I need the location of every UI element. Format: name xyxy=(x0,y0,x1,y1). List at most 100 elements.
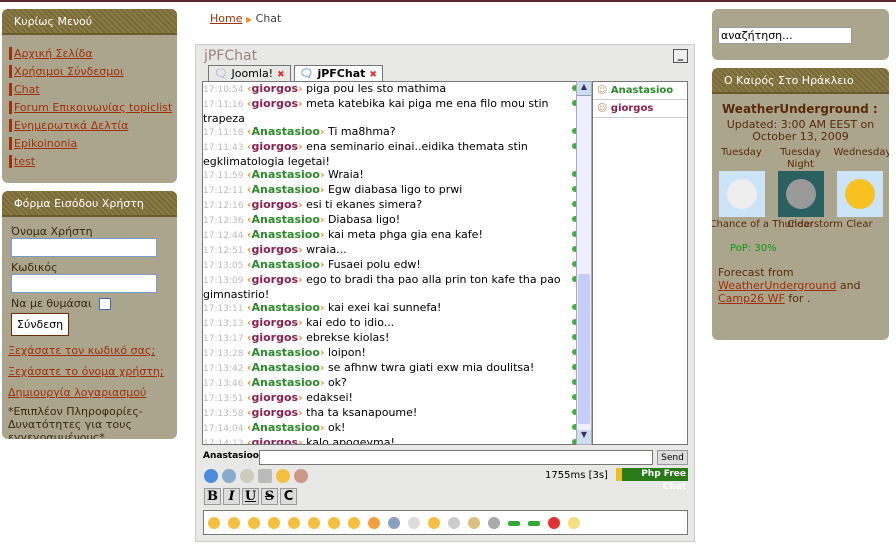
menu-item[interactable]: Chat xyxy=(9,83,177,96)
message-author[interactable]: giorgos xyxy=(251,140,298,153)
message-time: 17:12:16 xyxy=(203,201,244,211)
overcast-icon[interactable] xyxy=(448,517,460,529)
tongue-icon[interactable] xyxy=(368,517,380,529)
send-button[interactable]: Send xyxy=(657,450,688,465)
message-scrollbar[interactable]: ▲ ▼ xyxy=(576,81,592,445)
phpfreechat-logo[interactable]: Php Free Chat xyxy=(616,468,688,492)
close-tab-icon[interactable]: ✖ xyxy=(369,70,377,80)
message-text: Egw diabasa ligo to prwi xyxy=(327,183,463,196)
message-author[interactable]: giorgos xyxy=(251,82,298,95)
forgot-password-link[interactable]: Ξεχάσατε τον κωδικό σας; xyxy=(8,344,177,357)
scrollbar-thumb[interactable] xyxy=(578,274,590,424)
remember-checkbox[interactable] xyxy=(99,298,112,310)
speaker-icon[interactable] xyxy=(258,469,272,483)
sun-icon[interactable] xyxy=(428,517,440,529)
message-author[interactable]: Anastasioo xyxy=(251,168,319,181)
users-icon[interactable] xyxy=(294,469,308,483)
message-author[interactable]: Anastasioo xyxy=(251,183,319,196)
wunderground-link[interactable]: WeatherUnderground xyxy=(718,279,836,292)
search-input[interactable] xyxy=(718,27,852,44)
message-author[interactable]: Anastasioo xyxy=(251,213,319,226)
lightbulb-icon[interactable] xyxy=(568,517,580,529)
sad-icon[interactable] xyxy=(288,517,300,529)
globe-icon[interactable] xyxy=(204,469,218,483)
message-author[interactable]: Anastasioo xyxy=(251,258,319,271)
partly-cloudy-icon[interactable] xyxy=(468,517,480,529)
forgot-username-link[interactable]: Ξεχάσατε το όνομα χρήστη; xyxy=(8,365,177,378)
chat-panel: jPFChat _ 🗨 Joomla! ✖ 🗨 jPFChat ✖ 17:10:54 … xyxy=(195,44,695,542)
message-author[interactable]: Anastasioo xyxy=(251,376,319,389)
alert-icon[interactable] xyxy=(548,517,560,529)
tab-jpfchat[interactable]: 🗨 jPFChat ✖ xyxy=(293,65,383,81)
cube-icon[interactable] xyxy=(222,469,236,483)
chat-message: 17:11:43 ‹giorgos› ena seminario einai..… xyxy=(203,140,582,168)
menu-item[interactable]: Αρχική Σελίδα xyxy=(9,47,177,60)
big-grin-icon[interactable] xyxy=(348,517,360,529)
breadcrumb-current: Chat xyxy=(255,12,282,25)
format-button-b[interactable]: B xyxy=(204,488,221,505)
forecast-from: Forecast from xyxy=(718,266,794,279)
grin-icon[interactable] xyxy=(228,517,240,529)
message-author[interactable]: Anastasioo xyxy=(251,228,319,241)
format-button-s[interactable]: S xyxy=(261,488,278,505)
format-button-u[interactable]: U xyxy=(242,488,259,505)
message-author[interactable]: giorgos xyxy=(251,331,298,344)
username-label: Όνομα Χρήστη xyxy=(11,225,93,238)
message-author[interactable]: Anastasioo xyxy=(251,301,319,314)
breadcrumb-home[interactable]: Home xyxy=(210,12,242,25)
message-author[interactable]: giorgos xyxy=(251,391,298,404)
message-text: Ti ma8hma? xyxy=(327,125,396,138)
day-name: Tuesday xyxy=(721,147,762,158)
rain-icon[interactable] xyxy=(388,517,400,529)
close-tab-icon[interactable]: ✖ xyxy=(277,70,285,80)
minimize-button[interactable]: _ xyxy=(673,49,688,63)
arrow-right-icon[interactable] xyxy=(508,521,520,526)
chat-title: jPFChat xyxy=(204,48,258,64)
login-button[interactable]: Σύνδεση xyxy=(11,313,70,336)
cloud-icon[interactable] xyxy=(408,517,420,529)
message-author[interactable]: giorgos xyxy=(251,198,298,211)
create-account-link[interactable]: Δημιουργία λογαριασμού xyxy=(8,386,177,399)
message-author[interactable]: giorgos xyxy=(251,406,298,419)
laugh-icon[interactable] xyxy=(248,517,260,529)
message-author[interactable]: Anastasioo xyxy=(251,125,319,138)
menu-item[interactable]: Χρήσιμοι Σύνδεσμοι xyxy=(9,65,177,78)
menu-item[interactable]: Forum Επικοινωνίας topiclist xyxy=(9,101,177,114)
cheer-icon[interactable] xyxy=(308,517,320,529)
tab-joomla[interactable]: 🗨 Joomla! ✖ xyxy=(208,65,291,81)
arrow-left-icon[interactable] xyxy=(528,521,540,526)
happy-icon[interactable] xyxy=(268,517,280,529)
day-name: Wednesday xyxy=(833,147,890,158)
message-input[interactable] xyxy=(259,450,653,465)
message-author[interactable]: giorgos xyxy=(251,97,298,110)
cool-icon[interactable] xyxy=(328,517,340,529)
message-author[interactable]: giorgos xyxy=(251,273,298,286)
message-text: ebrekse kiolas! xyxy=(306,331,390,344)
message-time: 17:12:44 xyxy=(203,231,244,241)
message-author[interactable]: giorgos xyxy=(251,436,298,444)
menu-item[interactable]: Epikoinonia xyxy=(9,137,177,150)
camp26-link[interactable]: Camp26 WF xyxy=(718,292,785,305)
message-author[interactable]: Anastasioo xyxy=(251,361,319,374)
password-input[interactable] xyxy=(11,274,157,293)
clock-icon[interactable] xyxy=(240,469,254,483)
storm-icon[interactable] xyxy=(488,517,500,529)
remember-label: Να με θυμάσαι xyxy=(11,297,92,310)
format-button-c[interactable]: C xyxy=(280,488,297,505)
message-author[interactable]: giorgos xyxy=(251,316,298,329)
message-author[interactable]: Anastasioo xyxy=(251,346,319,359)
username-input[interactable] xyxy=(11,238,157,257)
menu-item[interactable]: Ενημερωτικά Δελτία xyxy=(9,119,177,132)
condition: Clear xyxy=(846,219,873,230)
nickname[interactable]: Anastasioo xyxy=(203,451,259,461)
menu-item[interactable]: test xyxy=(9,155,177,168)
message-author[interactable]: Anastasioo xyxy=(251,421,319,434)
format-button-i[interactable]: I xyxy=(223,488,240,505)
message-list[interactable]: 17:10:54 ‹giorgos› piga pou les sto math… xyxy=(202,81,583,445)
user-list-item[interactable]: ☺ Anastasioo xyxy=(593,82,687,100)
user-list-item[interactable]: ☺ giorgos xyxy=(593,100,687,118)
smile-icon[interactable] xyxy=(208,517,220,529)
tab-label: jPFChat xyxy=(317,67,366,80)
smiley-icon[interactable] xyxy=(276,469,290,483)
message-author[interactable]: giorgos xyxy=(251,243,298,256)
